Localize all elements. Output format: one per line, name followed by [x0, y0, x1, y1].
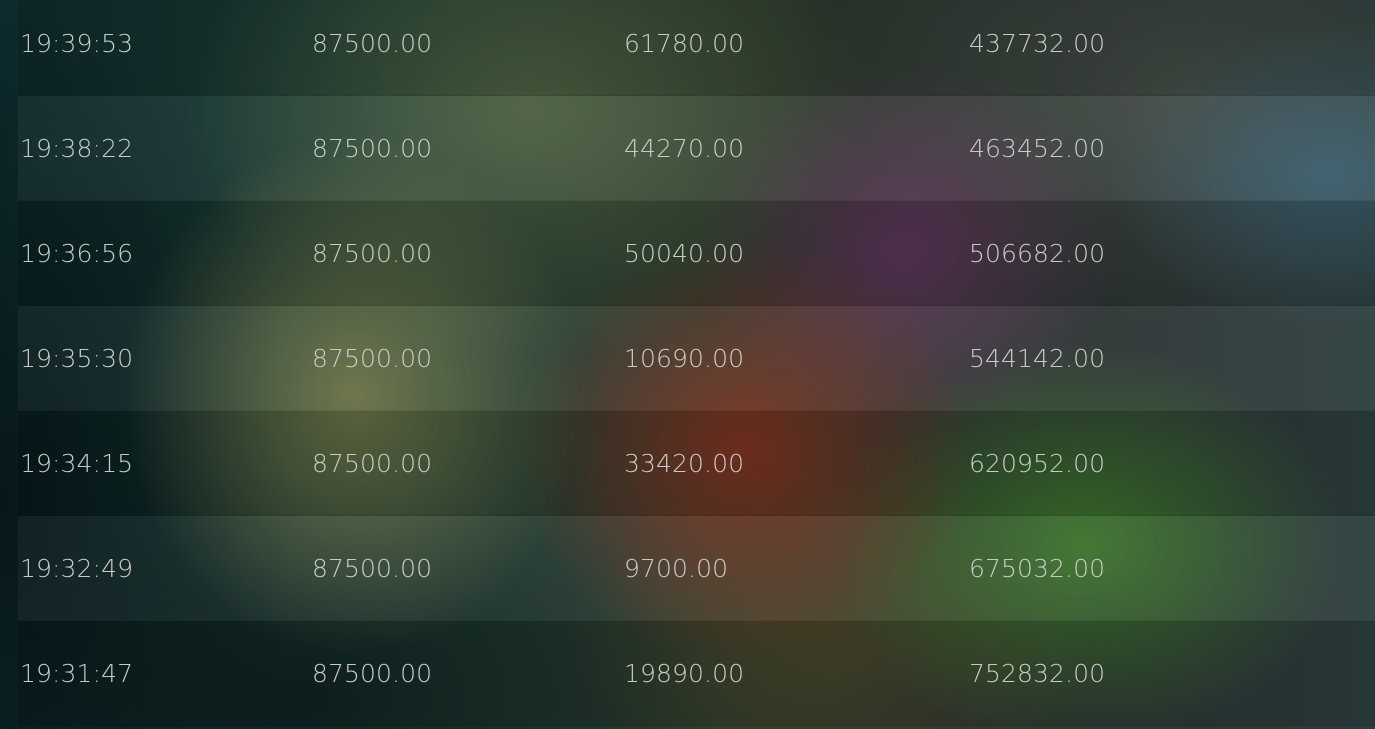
trade-time-cell: 19:34:15 [20, 448, 134, 478]
table-row[interactable]: 19:38:22 87500.00 44270.00 463452.00 [18, 96, 1375, 201]
table-row[interactable]: 19:31:47 87500.00 19890.00 752832.00 [18, 621, 1375, 726]
table-row[interactable]: 19:35:30 87500.00 10690.00 544142.00 [18, 306, 1375, 411]
trade-price-cell: 87500.00 [312, 343, 433, 373]
table-row[interactable]: 19:39:53 87500.00 61780.00 437732.00 [18, 0, 1375, 96]
trade-total-cell: 620952.00 [969, 448, 1106, 478]
trade-time-cell: 19:36:56 [20, 238, 134, 268]
trade-total-cell: 752832.00 [969, 658, 1106, 688]
trade-quantity-cell: 50040.00 [624, 238, 745, 268]
trade-total-cell: 506682.00 [969, 238, 1106, 268]
table-row[interactable]: 19:34:15 87500.00 33420.00 620952.00 [18, 411, 1375, 516]
trade-price-cell: 87500.00 [312, 658, 433, 688]
trade-time-cell: 19:31:47 [20, 658, 134, 688]
trade-quantity-cell: 33420.00 [624, 448, 745, 478]
table-row[interactable]: 19:36:56 87500.00 50040.00 506682.00 [18, 201, 1375, 306]
trade-total-cell: 463452.00 [969, 133, 1106, 163]
trade-total-cell: 437732.00 [969, 28, 1106, 58]
trade-history-table: 19:39:53 87500.00 61780.00 437732.00 19:… [18, 0, 1375, 726]
trade-time-cell: 19:32:49 [20, 553, 134, 583]
trade-quantity-cell: 9700.00 [624, 553, 729, 583]
trade-time-cell: 19:39:53 [20, 28, 134, 58]
trade-quantity-cell: 19890.00 [624, 658, 745, 688]
trade-price-cell: 87500.00 [312, 28, 433, 58]
trade-price-cell: 87500.00 [312, 553, 433, 583]
trade-quantity-cell: 10690.00 [624, 343, 745, 373]
table-row[interactable]: 19:32:49 87500.00 9700.00 675032.00 [18, 516, 1375, 621]
trade-time-cell: 19:35:30 [20, 343, 134, 373]
trade-quantity-cell: 44270.00 [624, 133, 745, 163]
trade-total-cell: 675032.00 [969, 553, 1106, 583]
trade-price-cell: 87500.00 [312, 133, 433, 163]
trade-price-cell: 87500.00 [312, 238, 433, 268]
trade-quantity-cell: 61780.00 [624, 28, 745, 58]
trade-price-cell: 87500.00 [312, 448, 433, 478]
trade-time-cell: 19:38:22 [20, 133, 134, 163]
trade-total-cell: 544142.00 [969, 343, 1106, 373]
